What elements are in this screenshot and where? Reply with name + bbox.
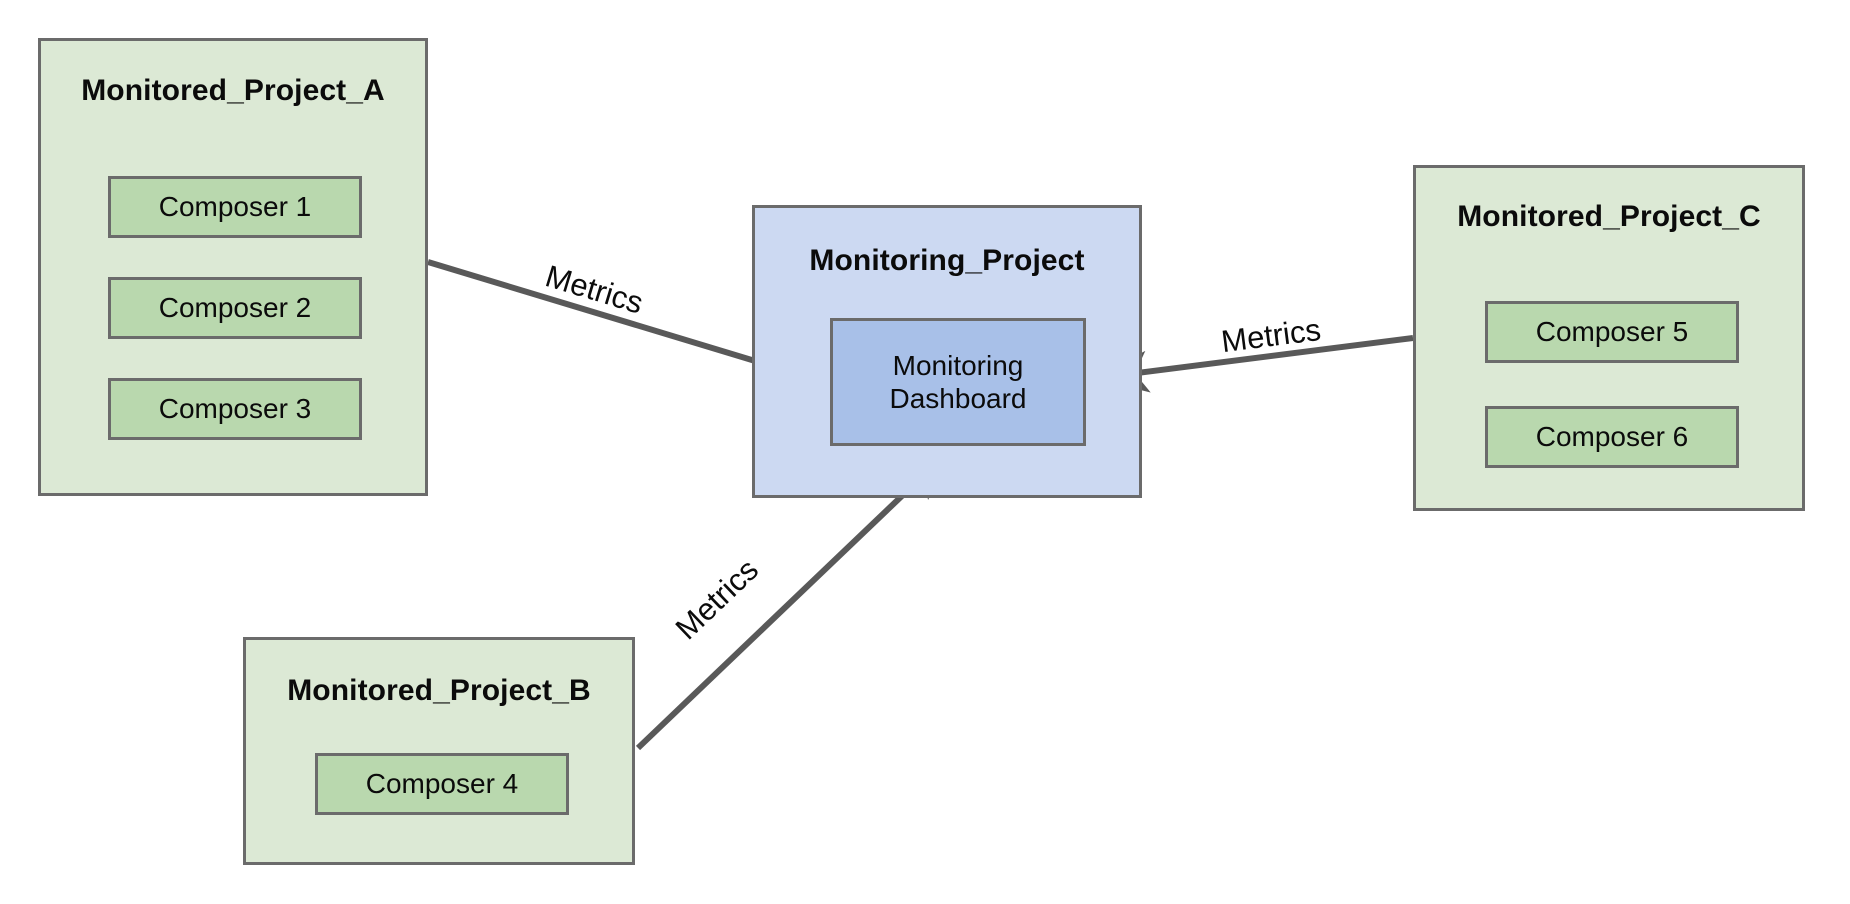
group-monitored-project-b[interactable]: Monitored_Project_B Composer 4 (243, 637, 635, 865)
group-monitored-project-c[interactable]: Monitored_Project_C Composer 5 Composer … (1413, 165, 1805, 511)
group-monitoring-project[interactable]: Monitoring_Project Monitoring Dashboard (752, 205, 1142, 498)
node-label-composer-6: Composer 6 (1535, 421, 1689, 453)
group-title-monitored-project-c: Monitored_Project_C (1457, 200, 1761, 233)
group-monitored-project-a[interactable]: Monitored_Project_A Composer 1 Composer … (38, 38, 428, 496)
node-composer-1[interactable]: Composer 1 (108, 176, 362, 238)
edge-label-metrics-a: Metrics (541, 258, 648, 321)
node-label-composer-1: Composer 1 (158, 191, 312, 223)
node-composer-2[interactable]: Composer 2 (108, 277, 362, 339)
node-label-monitoring-dashboard-line2: Dashboard (889, 383, 1027, 414)
node-monitoring-dashboard[interactable]: Monitoring Dashboard (830, 318, 1086, 446)
node-composer-5[interactable]: Composer 5 (1485, 301, 1739, 363)
group-title-monitoring-project: Monitoring_Project (809, 244, 1085, 277)
node-composer-6[interactable]: Composer 6 (1485, 406, 1739, 468)
node-label-composer-4: Composer 4 (365, 768, 519, 800)
node-label-composer-2: Composer 2 (158, 292, 312, 324)
node-composer-4[interactable]: Composer 4 (315, 753, 569, 815)
node-label-monitoring-dashboard-line1: Monitoring (892, 349, 1024, 381)
diagram-canvas: Monitored_Project_A Composer 1 Composer … (0, 0, 1850, 904)
edge-label-metrics-b: Metrics (668, 551, 766, 647)
node-composer-3[interactable]: Composer 3 (108, 378, 362, 440)
group-title-monitored-project-a: Monitored_Project_A (81, 74, 385, 107)
edge-label-metrics-c: Metrics (1219, 311, 1323, 360)
group-title-monitored-project-b: Monitored_Project_B (287, 674, 591, 707)
node-label-composer-5: Composer 5 (1535, 316, 1689, 348)
node-label-composer-3: Composer 3 (158, 393, 312, 425)
